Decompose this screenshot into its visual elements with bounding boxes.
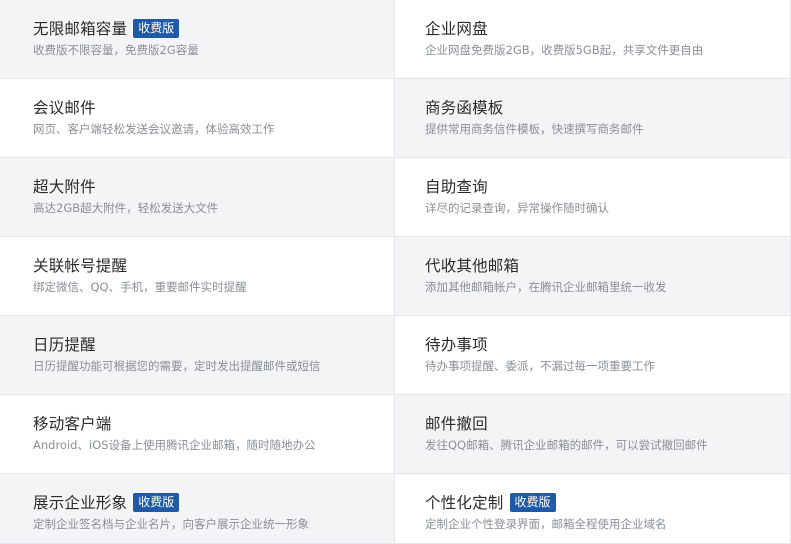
feature-title-line: 移动客户端 [33, 412, 394, 434]
feature-title: 个性化定制 [425, 494, 504, 512]
feature-title: 关联帐号提醒 [33, 257, 128, 275]
feature-description: 待办事项提醒、委派，不漏过每一项重要工作 [425, 359, 655, 373]
feature-card-business-template[interactable]: 商务函模板 提供常用商务信件模板，快速撰写商务邮件 [395, 79, 791, 158]
feature-title-line: 展示企业形象 收费版 [33, 491, 394, 513]
feature-title: 待办事项 [425, 336, 488, 354]
feature-grid: 无限邮箱容量 收费版 收费版不限容量，免费版2G容量 企业网盘 企业网盘免费版2… [0, 0, 791, 544]
feature-card-collect-other-mail[interactable]: 代收其他邮箱 添加其他邮箱帐户，在腾讯企业邮箱里统一收发 [395, 237, 791, 316]
feature-card-enterprise-drive[interactable]: 企业网盘 企业网盘免费版2GB，收费版5GB起，共享文件更自由 [395, 0, 791, 79]
feature-title-line: 关联帐号提醒 [33, 254, 394, 276]
feature-card-linked-account-alert[interactable]: 关联帐号提醒 绑定微信、QQ、手机，重要邮件实时提醒 [0, 237, 395, 316]
feature-title-line: 超大附件 [33, 175, 394, 197]
feature-title-line: 日历提醒 [33, 333, 394, 355]
feature-description: 企业网盘免费版2GB，收费版5GB起，共享文件更自由 [425, 43, 704, 57]
feature-card-mobile-client[interactable]: 移动客户端 Android、iOS设备上使用腾讯企业邮箱，随时随地办公 [0, 395, 395, 474]
feature-description: 高达2GB超大附件，轻松发送大文件 [33, 201, 219, 215]
feature-description: 提供常用商务信件模板，快速撰写商务邮件 [425, 122, 644, 136]
feature-title: 自助查询 [425, 178, 488, 196]
feature-card-calendar-reminder[interactable]: 日历提醒 日历提醒功能可根据您的需要，定时发出提醒邮件或短信 [0, 316, 395, 395]
feature-description: 网页、客户端轻松发送会议邀请，体验高效工作 [33, 122, 275, 136]
feature-description: 发往QQ邮箱、腾讯企业邮箱的邮件，可以尝试撤回邮件 [425, 438, 708, 452]
feature-title-line: 企业网盘 [425, 17, 790, 39]
feature-description: 定制企业个性登录界面，邮箱全程使用企业域名 [425, 517, 667, 531]
feature-card-meeting-mail[interactable]: 会议邮件 网页、客户端轻松发送会议邀请，体验高效工作 [0, 79, 395, 158]
feature-title: 代收其他邮箱 [425, 257, 520, 275]
feature-title-line: 邮件撤回 [425, 412, 790, 434]
feature-title-line: 无限邮箱容量 收费版 [33, 17, 394, 39]
paid-badge: 收费版 [509, 492, 556, 512]
feature-title-line: 自助查询 [425, 175, 790, 197]
feature-title: 无限邮箱容量 [33, 20, 128, 38]
feature-title: 超大附件 [33, 178, 96, 196]
feature-description: 详尽的记录查询，异常操作随时确认 [425, 201, 609, 215]
feature-title-line: 个性化定制 收费版 [425, 491, 790, 513]
feature-card-unlimited-storage[interactable]: 无限邮箱容量 收费版 收费版不限容量，免费版2G容量 [0, 0, 395, 79]
feature-title-line: 待办事项 [425, 333, 790, 355]
feature-title: 企业网盘 [425, 20, 488, 38]
feature-title: 商务函模板 [425, 99, 504, 117]
feature-description: 绑定微信、QQ、手机，重要邮件实时提醒 [33, 280, 247, 294]
feature-card-todo[interactable]: 待办事项 待办事项提醒、委派，不漏过每一项重要工作 [395, 316, 791, 395]
feature-card-self-service-query[interactable]: 自助查询 详尽的记录查询，异常操作随时确认 [395, 158, 791, 237]
feature-card-large-attachment[interactable]: 超大附件 高达2GB超大附件，轻松发送大文件 [0, 158, 395, 237]
feature-title-line: 商务函模板 [425, 96, 790, 118]
feature-title: 展示企业形象 [33, 494, 128, 512]
feature-description: 添加其他邮箱帐户，在腾讯企业邮箱里统一收发 [425, 280, 667, 294]
feature-title: 邮件撤回 [425, 415, 488, 433]
paid-badge: 收费版 [133, 18, 180, 38]
feature-description: 日历提醒功能可根据您的需要，定时发出提醒邮件或短信 [33, 359, 321, 373]
feature-description: 收费版不限容量，免费版2G容量 [33, 43, 199, 57]
feature-description: Android、iOS设备上使用腾讯企业邮箱，随时随地办公 [33, 438, 316, 452]
feature-title-line: 代收其他邮箱 [425, 254, 790, 276]
feature-description: 定制企业签名档与企业名片，向客户展示企业统一形象 [33, 517, 309, 531]
feature-card-recall-mail[interactable]: 邮件撤回 发往QQ邮箱、腾讯企业邮箱的邮件，可以尝试撤回邮件 [395, 395, 791, 474]
feature-card-personalization[interactable]: 个性化定制 收费版 定制企业个性登录界面，邮箱全程使用企业域名 [395, 474, 791, 544]
feature-title: 移动客户端 [33, 415, 112, 433]
feature-title-line: 会议邮件 [33, 96, 394, 118]
feature-card-corporate-image[interactable]: 展示企业形象 收费版 定制企业签名档与企业名片，向客户展示企业统一形象 [0, 474, 395, 544]
feature-title: 会议邮件 [33, 99, 96, 117]
feature-title: 日历提醒 [33, 336, 96, 354]
paid-badge: 收费版 [133, 492, 180, 512]
